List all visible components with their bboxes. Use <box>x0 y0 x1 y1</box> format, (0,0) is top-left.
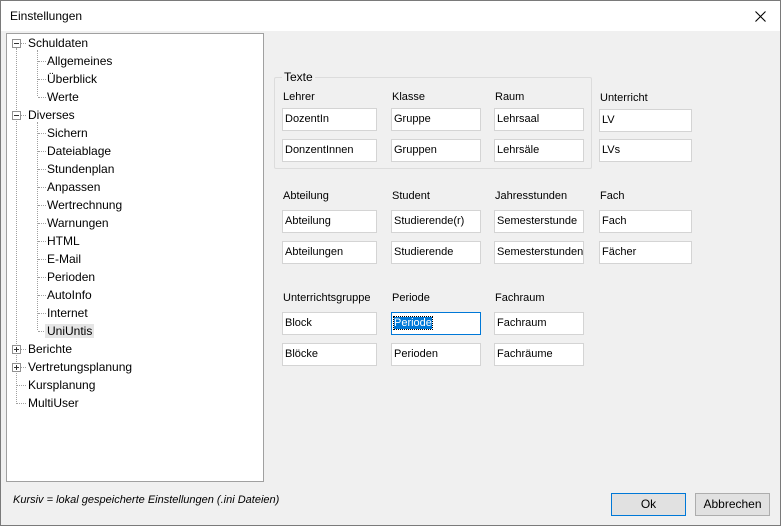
klasse-plural-field[interactable]: Gruppen <box>391 139 481 162</box>
tree-item-allgemeines[interactable]: Allgemeines <box>47 52 112 70</box>
title-bar: Einstellungen <box>1 1 780 31</box>
raum-plural-field[interactable]: Lehrsäle <box>494 139 584 162</box>
tree-item-werte[interactable]: Werte <box>47 88 79 106</box>
collapse-diverses-icon[interactable] <box>12 111 21 120</box>
student-plural-field[interactable]: Studierende <box>391 241 481 264</box>
student-singular-field[interactable]: Studierende(r) <box>391 210 481 233</box>
unterrichtsgruppe-singular-field[interactable]: Block <box>282 312 377 335</box>
tree-item-vertretungsplanung[interactable]: Vertretungsplanung <box>28 358 132 376</box>
tree-item-wertrechnung[interactable]: Wertrechnung <box>47 196 122 214</box>
tree-item-schuldaten[interactable]: Schuldaten <box>28 34 88 52</box>
fach-plural-field[interactable]: Fächer <box>599 241 692 264</box>
abteilung-label: Abteilung <box>283 190 329 202</box>
tree-item-email[interactable]: E-Mail <box>47 250 81 268</box>
window-title: Einstellungen <box>10 9 83 23</box>
tree-item-warnungen[interactable]: Warnungen <box>47 214 109 232</box>
klasse-singular-field[interactable]: Gruppe <box>391 108 481 131</box>
abteilung-singular-field[interactable]: Abteilung <box>282 210 377 233</box>
unterricht-singular-field[interactable]: LV <box>599 109 692 132</box>
tree-item-perioden[interactable]: Perioden <box>47 268 95 286</box>
tree-item-anpassen[interactable]: Anpassen <box>47 178 100 196</box>
periode-plural-field[interactable]: Perioden <box>391 343 481 366</box>
lehrer-plural-field[interactable]: DonzentInnen <box>282 139 377 162</box>
tree-item-uniuntis[interactable]: UniUntis <box>45 322 95 340</box>
jahresstunden-singular-field[interactable]: Semesterstunde <box>494 210 584 233</box>
tree-item-html[interactable]: HTML <box>47 232 80 250</box>
unterricht-plural-field[interactable]: LVs <box>599 139 692 162</box>
tree-item-kursplanung[interactable]: Kursplanung <box>28 376 95 394</box>
jahresstunden-label: Jahresstunden <box>495 190 568 202</box>
unterricht-label: Unterricht <box>600 92 648 104</box>
tree-item-stundenplan[interactable]: Stundenplan <box>47 160 114 178</box>
ok-button[interactable]: Ok <box>611 493 686 516</box>
jahresstunden-plural-field[interactable]: Semesterstunden <box>494 241 584 264</box>
storage-note: Kursiv = lokal gespeicherte Einstellunge… <box>13 494 280 506</box>
klasse-label: Klasse <box>392 91 426 103</box>
tree-item-diverses[interactable]: Diverses <box>28 106 75 124</box>
cancel-button[interactable]: Abbrechen <box>695 493 770 516</box>
texte-group-title: Texte <box>282 70 315 84</box>
settings-window: Einstellungen Schuldaten Allgemeines Übe… <box>0 0 781 526</box>
unterrichtsgruppe-label: Unterrichtsgruppe <box>283 292 371 304</box>
periode-singular-selected-text: Periode <box>393 316 433 330</box>
tree-item-sichern[interactable]: Sichern <box>47 124 88 142</box>
abteilung-plural-field[interactable]: Abteilungen <box>282 241 377 264</box>
fachraum-label: Fachraum <box>495 292 545 304</box>
fachraum-singular-field[interactable]: Fachraum <box>494 312 584 335</box>
unterrichtsgruppe-plural-field[interactable]: Blöcke <box>282 343 377 366</box>
student-label: Student <box>392 190 430 202</box>
periode-label: Periode <box>392 292 430 304</box>
lehrer-singular-field[interactable]: DozentIn <box>282 108 377 131</box>
expand-berichte-icon[interactable] <box>12 345 21 354</box>
fach-label: Fach <box>600 190 625 202</box>
collapse-schuldaten-icon[interactable] <box>12 39 21 48</box>
expand-vertretungsplanung-icon[interactable] <box>12 363 21 372</box>
tree-item-dateiablage[interactable]: Dateiablage <box>47 142 111 160</box>
raum-singular-field[interactable]: Lehrsaal <box>494 108 584 131</box>
close-button[interactable] <box>744 2 776 30</box>
raum-label: Raum <box>495 91 525 103</box>
tree-item-ueberblick[interactable]: Überblick <box>47 70 97 88</box>
close-icon <box>754 10 766 22</box>
lehrer-label: Lehrer <box>283 91 315 103</box>
periode-singular-field[interactable]: Periode <box>391 312 481 335</box>
tree-item-internet[interactable]: Internet <box>47 304 88 322</box>
tree-item-multiuser[interactable]: MultiUser <box>28 394 79 412</box>
fachraum-plural-field[interactable]: Fachräume <box>494 343 584 366</box>
tree-item-autoinfo[interactable]: AutoInfo <box>47 286 92 304</box>
settings-tree[interactable]: Schuldaten Allgemeines Überblick Werte D… <box>6 33 264 482</box>
fach-singular-field[interactable]: Fach <box>599 210 692 233</box>
tree-item-berichte[interactable]: Berichte <box>28 340 72 358</box>
